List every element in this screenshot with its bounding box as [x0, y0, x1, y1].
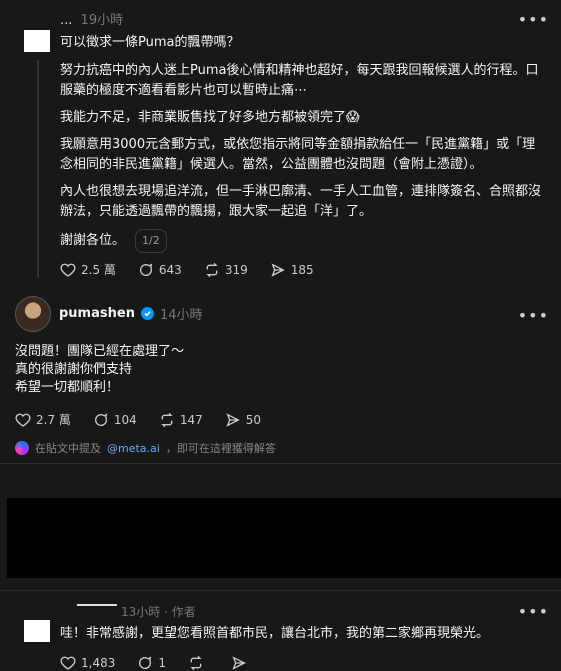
post-time: 14小時 — [159, 308, 203, 323]
page-indicator[interactable]: 1/2 — [135, 229, 167, 253]
closing-row: 謝謝各位。 1/2 — [60, 229, 167, 253]
like-button[interactable]: 2.7 萬 — [15, 411, 71, 428]
post3-actions: 1,483 1 — [60, 655, 252, 671]
author-avatar-redacted[interactable] — [24, 620, 50, 642]
post-paragraph: 努力抗癌中的內人迷上Puma後心情和精神也超好，每天跟我回報候選人的行程。口服藥… — [60, 63, 539, 98]
like-button[interactable]: 1,483 — [60, 655, 115, 671]
share-button[interactable] — [231, 655, 252, 671]
post1-header: ... 19小時 — [60, 9, 123, 28]
like-count: 1,483 — [81, 656, 116, 670]
heart-icon — [60, 263, 76, 277]
reply-text: 哇！非常感謝，更望您看照首都市民，讓台北市，我的第二家鄉再現榮光。 — [60, 626, 490, 641]
divider — [0, 463, 561, 464]
share-button[interactable]: 185 — [270, 261, 314, 278]
thread-line — [37, 60, 39, 278]
more-horizontal-icon: ••• — [517, 10, 549, 29]
send-icon — [271, 262, 285, 277]
post2-actions: 2.7 萬 104 147 50 — [15, 411, 261, 428]
meta-ai-icon — [15, 441, 29, 455]
username[interactable]: pumashen — [59, 306, 135, 321]
repost-icon — [161, 412, 173, 427]
meta-ai-link[interactable]: @meta.ai — [107, 442, 160, 455]
verified-badge-icon — [140, 307, 154, 320]
more-options-button[interactable]: ••• — [518, 10, 549, 29]
post1-actions: 2.5 萬 643 319 185 — [60, 261, 314, 278]
comment-button[interactable]: 104 — [93, 411, 137, 428]
more-horizontal-icon: ••• — [517, 306, 549, 325]
redacted-username[interactable] — [77, 604, 117, 606]
pumashen-avatar[interactable] — [15, 296, 51, 332]
send-icon — [232, 656, 246, 670]
comment-count: 104 — [113, 412, 137, 427]
comment-icon — [94, 412, 108, 426]
share-count: 50 — [245, 412, 261, 427]
comment-count: 1 — [158, 656, 166, 670]
media-block[interactable] — [7, 498, 561, 578]
post-time: 13小時 · 作者 — [121, 605, 196, 619]
post-time: 19小時 — [80, 13, 124, 28]
repost-button[interactable]: 319 — [204, 261, 248, 278]
more-options-button[interactable]: ••• — [518, 602, 549, 621]
heart-icon — [15, 413, 31, 427]
meta-hint-prefix: 在貼文中提及 — [35, 442, 101, 455]
send-icon — [226, 412, 240, 427]
divider — [0, 590, 561, 591]
comment-count: 643 — [158, 262, 182, 277]
repost-count: 147 — [179, 412, 203, 427]
meta-ai-hint: 在貼文中提及 @meta.ai ，即可在這裡獲得解答 — [15, 440, 276, 456]
post-paragraph: 謝謝各位。 — [60, 233, 126, 248]
post-paragraph: 我能力不足，非商業販售找了好多地方都被領完了😱 — [60, 110, 360, 125]
comment-button[interactable]: 643 — [138, 261, 182, 278]
meta-hint-suffix: ，即可在這裡獲得解答 — [165, 442, 276, 455]
like-count: 2.5 萬 — [81, 263, 116, 277]
post2-header: pumashen 14小時 — [59, 304, 203, 323]
more-options-button[interactable]: ••• — [518, 306, 549, 325]
author-avatar-redacted[interactable] — [24, 30, 50, 52]
post-title: 可以徵求一條Puma的飄帶嗎？ — [60, 35, 240, 50]
comment-icon — [139, 262, 153, 276]
repost-count: 319 — [224, 262, 248, 277]
post-paragraph: 我願意用3000元含郵方式，或依您指示將同等金額捐款給任一「民進黨籍」或「理念相… — [60, 137, 536, 172]
more-horizontal-icon: ••• — [517, 602, 549, 621]
post-paragraph: 內人也很想去現場追洋流，但一手淋巴廓清、一手人工血管，連排隊簽名、合照都沒辦法，… — [60, 184, 542, 219]
reply-line: 真的很謝謝你們支持 — [15, 362, 133, 377]
repost-icon — [190, 655, 202, 671]
reply-line: 希望一切都順利！ — [15, 380, 120, 395]
reply-line: 沒問題！團隊已經在處理了～ — [15, 344, 185, 359]
share-button[interactable]: 50 — [225, 411, 261, 428]
repost-button[interactable] — [188, 655, 209, 671]
comment-button[interactable]: 1 — [137, 655, 166, 671]
heart-icon — [60, 656, 76, 670]
share-count: 185 — [290, 262, 314, 277]
username-partial[interactable]: ... — [60, 13, 72, 28]
comment-icon — [139, 656, 152, 669]
repost-button[interactable]: 147 — [159, 411, 203, 428]
repost-icon — [206, 262, 218, 277]
like-button[interactable]: 2.5 萬 — [60, 261, 116, 278]
like-count: 2.7 萬 — [36, 413, 71, 427]
